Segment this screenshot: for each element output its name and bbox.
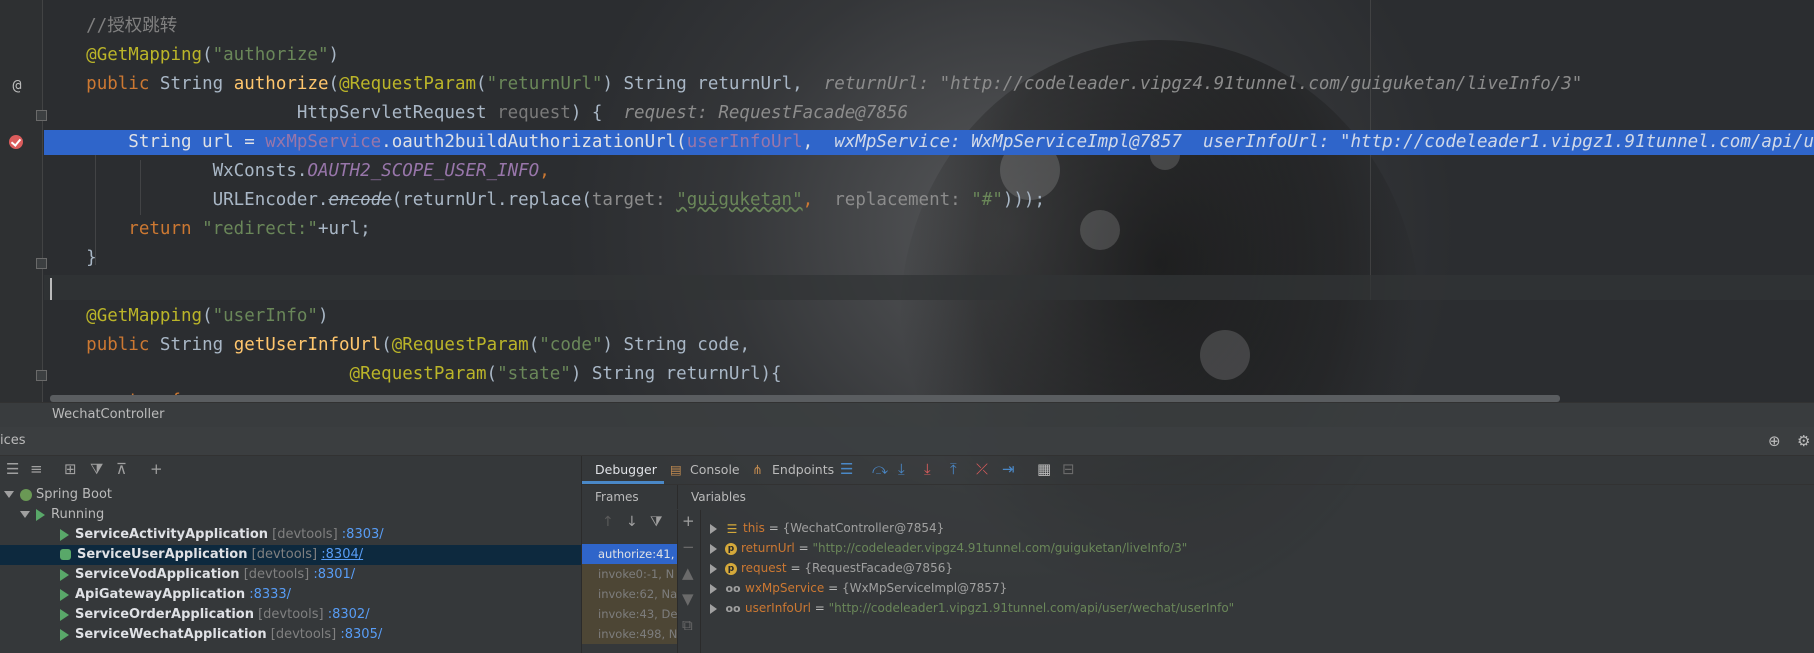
group-by-icon[interactable]: ⊞ [64,460,77,478]
inline-debug-value: returnUrl: "http://codeleader.vipgz4.91t… [823,74,1583,94]
expand-all-icon[interactable]: ☰ [6,460,19,478]
collapse-all-icon[interactable]: ≡ [30,460,43,478]
up-arrow-icon[interactable]: ↑ [602,514,614,530]
services-tree-panel: ☰ ≡ ⊞ ⧩ ⊼ + Spring Boot Running ServiceA… [0,456,582,653]
breadcrumb-class[interactable]: WechatController [52,407,165,422]
spring-boot-icon [20,488,32,501]
trace-stream-icon[interactable]: ⊟ [1062,460,1075,478]
gear-icon[interactable]: ⚙ [1797,432,1810,450]
tree-item-app[interactable]: ApiGatewayApplication :8333/ [60,585,291,605]
inline-debug-value: userInfoUrl: "http://codeleader1.vipgz1.… [1203,132,1814,152]
move-up-icon[interactable]: ▲ [682,564,694,582]
run-icon [60,608,69,621]
services-toolbar: ☰ ≡ ⊞ ⧩ ⊼ + [0,456,581,484]
code-line-8: return "redirect:"+url; [128,219,371,239]
watch-glasses-icon: oo [725,601,741,615]
text-caret [50,278,52,300]
code-line-9: } [86,248,97,268]
new-watch-icon[interactable]: + [682,512,695,530]
services-header: ices ⊕ ⚙ [0,427,1814,456]
tree-node-spring-boot[interactable]: Spring Boot [4,485,112,505]
filter-icon[interactable]: ⧩ [650,514,663,530]
frame-item[interactable]: authorize:41, W [582,544,677,564]
frame-item[interactable]: invoke0:-1, N [582,564,677,584]
step-over-icon[interactable]: ⤼ [872,460,888,478]
console-icon: ▤ [670,462,682,477]
frames-header: Frames [582,485,678,509]
variable-row[interactable]: oo userInfoUrl = "http://codeleader1.vipg… [710,598,1234,618]
watch-glasses-icon: oo [725,581,741,595]
variables-header: Variables [691,490,746,504]
tree-item-app[interactable]: ServiceActivityApplication [devtools] :8… [60,525,384,545]
frame-item[interactable]: invoke:498, N [582,624,677,644]
debugger-panel: Debugger ▤ Console ⋔ Endpoints ☰ ⤼ ⤓ ⤓ ⤒… [582,456,1814,653]
port-link[interactable]: :8304/ [321,547,363,562]
parameter-icon: p [725,562,737,575]
code-editor[interactable]: @ //授权跳转 @GetMapping("authorize") public… [0,0,1814,402]
force-step-into-icon[interactable]: ⤓ [924,460,931,478]
run-icon [60,588,69,601]
inline-debug-value: wxMpService: WxMpServiceImpl@7857 [834,132,1182,152]
code-line-1: //授权跳转 [86,16,178,36]
run-icon [60,528,69,541]
horizontal-scrollbar[interactable] [50,395,1560,402]
debugger-tabs: Debugger ▤ Console ⋔ Endpoints ☰ ⤼ ⤓ ⤓ ⤒… [582,456,1814,485]
variable-row[interactable]: ☰ this = {WechatController@7854} [710,518,944,538]
variable-row[interactable]: p returnUrl = "http://codeleader.vipgz4.9… [710,538,1187,558]
code-line-5-current-execution: String url = wxMpService.oauth2buildAuth… [44,130,1814,155]
variables-toolbar: + − ▲ ▼ ⧉ [678,510,701,653]
run-to-cursor-icon[interactable]: ⇥ [1002,460,1015,478]
tree-item-app[interactable]: ServiceVodApplication [devtools] :8301/ [60,565,355,585]
code-line-13: @RequestParam("state") String returnUrl)… [349,364,782,384]
code-line-12: public String getUserInfoUrl(@RequestPar… [86,335,750,355]
frame-item[interactable]: invoke:43, De [582,604,677,624]
tree-node-running[interactable]: Running [20,505,104,525]
step-into-icon[interactable]: ⤓ [898,460,905,478]
override-marker-icon[interactable]: @ [8,76,26,94]
remove-watch-icon[interactable]: − [682,538,695,556]
endpoints-icon: ⋔ [752,462,763,477]
tree-item-app[interactable]: ServiceOrderApplication [devtools] :8302… [60,605,370,625]
globe-icon[interactable]: ⊕ [1768,432,1781,450]
variable-row[interactable]: p request = {RequestFacade@7856} [710,558,953,578]
code-line-6: WxConsts.OAUTH2_SCOPE_USER_INFO, [212,161,550,181]
code-line-3: public String authorize(@RequestParam("r… [86,74,1583,94]
tab-console[interactable]: Console [690,462,740,477]
editor-gutter[interactable]: @ [0,0,47,402]
layout-icon[interactable]: ☰ [840,460,853,478]
step-out-icon[interactable]: ⤒ [950,460,957,478]
debug-icon [60,549,71,560]
evaluate-expression-icon[interactable]: ▦ [1037,460,1051,478]
run-icon [36,508,45,521]
services-title: ices [0,433,26,448]
move-down-icon[interactable]: ▼ [682,590,694,608]
tree-item-app-selected[interactable]: ServiceUserApplication [devtools] :8304/ [0,545,581,565]
tree-item-app[interactable]: ServiceWechatApplication [devtools] :830… [60,625,382,645]
run-icon [60,568,69,581]
copy-icon[interactable]: ⧉ [682,616,693,634]
breakpoint-icon[interactable] [9,135,23,149]
add-service-icon[interactable]: + [150,460,163,478]
active-tab-indicator [582,481,664,484]
down-arrow-icon[interactable]: ↓ [626,514,638,530]
tab-debugger[interactable]: Debugger [595,462,657,477]
drop-frame-icon[interactable]: ⤫ [976,460,988,478]
inline-debug-value: request: RequestFacade@7856 [623,103,908,123]
new-tab-icon[interactable]: ⊼ [116,460,127,478]
code-line-10-caret [44,275,1814,300]
variable-row[interactable]: oo wxMpService = {WxMpServiceImpl@7857} [710,578,1007,598]
parameter-icon: p [725,542,737,555]
code-line-11: @GetMapping("userInfo") [86,306,329,326]
frames-list: ↑ ↓ ⧩ authorize:41, W invoke0:-1, N invo… [582,510,678,653]
run-icon [60,628,69,641]
list-icon: ☰ [726,521,738,536]
code-line-7: URLEncoder.encode(returnUrl.replace(targ… [212,190,1046,210]
frame-item[interactable]: invoke:62, Na [582,584,677,604]
filter-icon[interactable]: ⧩ [90,460,103,478]
code-line-2: @GetMapping("authorize") [86,45,340,65]
services-tool-window: ices ⊕ ⚙ ☰ ≡ ⊞ ⧩ ⊼ + Spring Boot Running… [0,427,1814,653]
breadcrumb[interactable]: WechatController [0,402,1814,427]
tab-endpoints[interactable]: Endpoints [772,462,834,477]
code-line-4: HttpServletRequest request) { request: R… [296,103,908,123]
